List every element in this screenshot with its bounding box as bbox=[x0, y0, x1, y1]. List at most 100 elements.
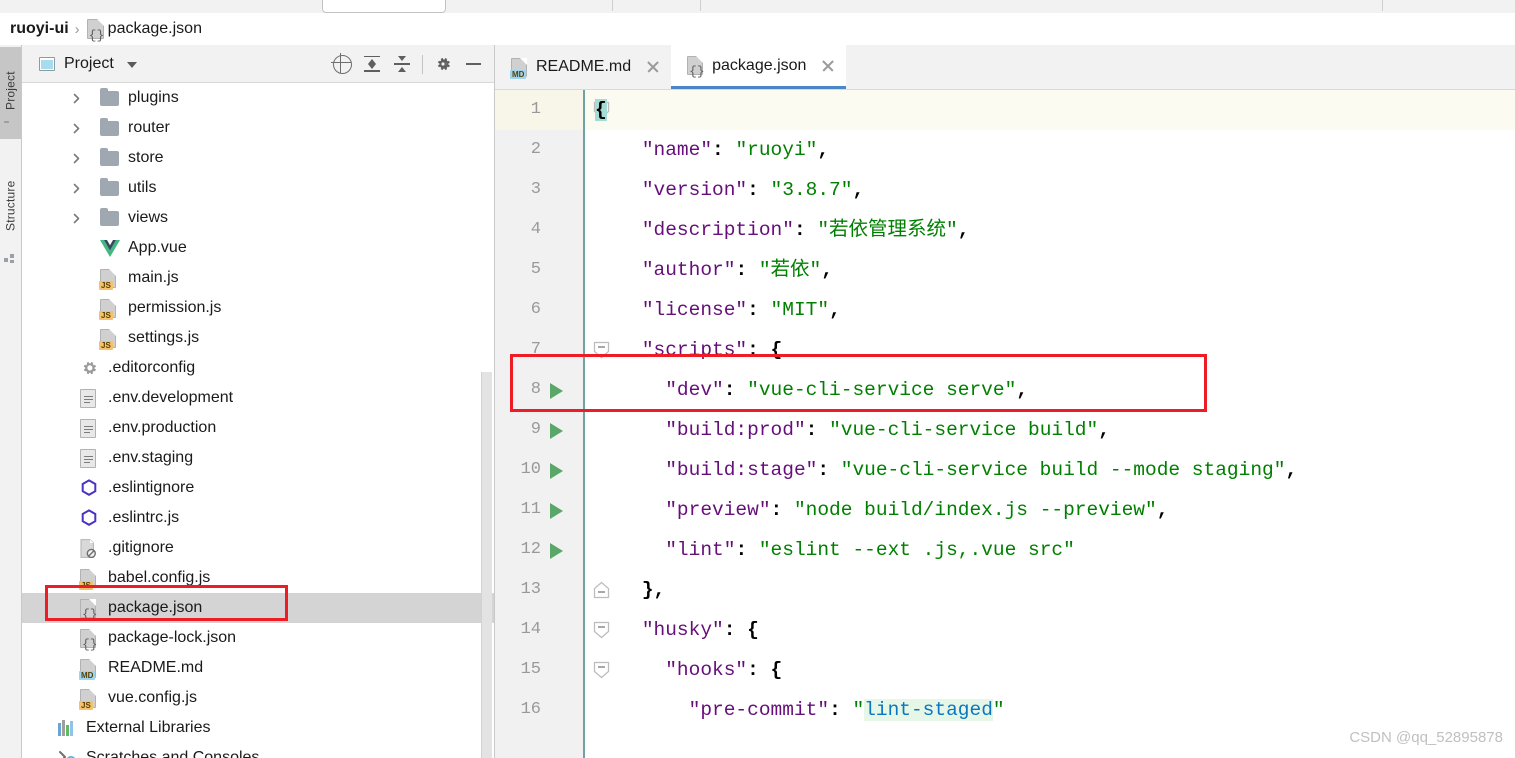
watermark: CSDN @qq_52895878 bbox=[1349, 729, 1503, 746]
code-line[interactable]: 13 }, bbox=[495, 570, 1515, 610]
code-token: "若依管理系统" bbox=[817, 219, 958, 241]
project-panel-title-group[interactable]: Project bbox=[39, 55, 137, 73]
code-line-text: "lint": "eslint --ext .js,.vue src" bbox=[595, 530, 1075, 570]
md-badge: MD bbox=[79, 670, 96, 680]
select-opened-file-icon[interactable] bbox=[327, 49, 357, 79]
eslint-file-icon bbox=[80, 509, 98, 527]
folder-icon bbox=[100, 177, 119, 196]
code-token: "scripts" bbox=[641, 339, 748, 361]
project-file-tree[interactable]: plugins router store utils views App.vue JS mai… bbox=[22, 83, 494, 758]
tree-item-package-json[interactable]: {} package.json bbox=[22, 593, 494, 623]
tree-item-plugins[interactable]: plugins bbox=[22, 83, 494, 113]
code-line[interactable]: 6 "license": "MIT", bbox=[495, 290, 1515, 330]
code-line-text: "author": "若依", bbox=[595, 250, 833, 290]
code-line[interactable]: 16 "pre-commit": "lint-staged" bbox=[495, 690, 1515, 730]
tree-item--env-staging[interactable]: .env.staging bbox=[22, 443, 494, 473]
eslint-file-icon bbox=[80, 479, 98, 497]
code-line[interactable]: 14 "husky": { bbox=[495, 610, 1515, 650]
code-token: , bbox=[1098, 419, 1110, 441]
tab-readme-md[interactable]: MD README.md bbox=[495, 45, 671, 89]
run-script-icon[interactable] bbox=[550, 543, 563, 559]
tree-item-utils[interactable]: utils bbox=[22, 173, 494, 203]
hide-panel-icon[interactable] bbox=[458, 49, 488, 79]
code-line[interactable]: 10 "build:stage": "vue-cli-service build… bbox=[495, 450, 1515, 490]
collapse-all-icon[interactable] bbox=[387, 49, 417, 79]
chevron-right-icon[interactable] bbox=[70, 212, 83, 225]
tree-item-router[interactable]: router bbox=[22, 113, 494, 143]
tree-item--editorconfig[interactable]: .editorconfig bbox=[22, 353, 494, 383]
chevron-right-icon[interactable] bbox=[70, 122, 83, 135]
tab-package-json[interactable]: {} package.json bbox=[671, 45, 847, 89]
md-file-icon: MD bbox=[79, 658, 96, 680]
code-line[interactable]: 12 "lint": "eslint --ext .js,.vue src" bbox=[495, 530, 1515, 570]
code-line[interactable]: 2 "name": "ruoyi", bbox=[495, 130, 1515, 170]
tree-item-label: views bbox=[128, 209, 169, 226]
tree-item-main-js[interactable]: JS main.js bbox=[22, 263, 494, 293]
code-token: , bbox=[817, 139, 830, 161]
code-line[interactable]: 7 "scripts": { bbox=[495, 330, 1515, 370]
code-line[interactable]: 15 "hooks": { bbox=[495, 650, 1515, 690]
breadcrumb-file[interactable]: package.json bbox=[108, 20, 202, 38]
code-line[interactable]: 9 "build:prod": "vue-cli-service build", bbox=[495, 410, 1515, 450]
code-token: { bbox=[595, 99, 607, 121]
code-line-text: "build:stage": "vue-cli-service build --… bbox=[595, 450, 1297, 490]
project-window-icon bbox=[39, 56, 55, 71]
chevron-right-icon[interactable] bbox=[70, 182, 83, 195]
code-line[interactable]: 11 "preview": "node build/index.js --pre… bbox=[495, 490, 1515, 530]
close-icon[interactable] bbox=[646, 60, 660, 74]
settings-gear-icon[interactable] bbox=[428, 49, 458, 79]
run-configuration-selector[interactable] bbox=[322, 0, 446, 13]
tree-item--env-production[interactable]: .env.production bbox=[22, 413, 494, 443]
tree-item-label: .eslintrc.js bbox=[108, 509, 180, 526]
tree-item-vue-config-js[interactable]: JS vue.config.js bbox=[22, 683, 494, 713]
tree-item-scratches-and-consoles[interactable]: Scratches and Consoles bbox=[22, 743, 494, 758]
code-line[interactable]: 8 "dev": "vue-cli-service serve", bbox=[495, 370, 1515, 410]
code-token: "vue-cli-service build --mode staging" bbox=[840, 459, 1286, 481]
code-token: : bbox=[793, 219, 818, 241]
toolbar-separator bbox=[1382, 0, 1383, 11]
run-script-icon[interactable] bbox=[550, 423, 563, 439]
run-script-icon[interactable] bbox=[550, 463, 563, 479]
code-editor[interactable]: 1{2 "name": "ruoyi", 3 "version": "3.8.7"… bbox=[495, 90, 1515, 758]
tree-item-settings-js[interactable]: JS settings.js bbox=[22, 323, 494, 353]
tree-item-babel-config-js[interactable]: JS babel.config.js bbox=[22, 563, 494, 593]
js-file-icon: JS bbox=[79, 688, 96, 710]
code-lines[interactable]: 1{2 "name": "ruoyi", 3 "version": "3.8.7"… bbox=[495, 90, 1515, 730]
tree-item-label: App.vue bbox=[128, 239, 187, 256]
close-icon[interactable] bbox=[821, 59, 835, 73]
json-braces-glyph: {} bbox=[88, 28, 105, 43]
expand-all-icon[interactable] bbox=[357, 49, 387, 79]
sidebar-item-project[interactable]: Project bbox=[0, 47, 21, 139]
tree-item--eslintignore[interactable]: .eslintignore bbox=[22, 473, 494, 503]
tree-item-permission-js[interactable]: JS permission.js bbox=[22, 293, 494, 323]
tree-item-views[interactable]: views bbox=[22, 203, 494, 233]
code-line-text: "description": "若依管理系统", bbox=[595, 210, 970, 250]
line-number: 5 bbox=[530, 260, 541, 279]
breadcrumb-project[interactable]: ruoyi-ui bbox=[10, 20, 69, 38]
sidebar-item-structure[interactable]: Structure bbox=[0, 155, 21, 257]
tree-item--eslintrc-js[interactable]: .eslintrc.js bbox=[22, 503, 494, 533]
line-number: 12 bbox=[520, 540, 541, 559]
tree-item--env-development[interactable]: .env.development bbox=[22, 383, 494, 413]
json-file-icon: {} bbox=[80, 628, 98, 651]
chevron-down-icon[interactable] bbox=[126, 62, 137, 68]
tree-item-app-vue[interactable]: App.vue bbox=[22, 233, 494, 263]
code-line[interactable]: 5 "author": "若依", bbox=[495, 250, 1515, 290]
run-script-icon[interactable] bbox=[550, 383, 563, 399]
tree-item-package-lock-json[interactable]: {} package-lock.json bbox=[22, 623, 494, 653]
project-panel-scrollbar[interactable] bbox=[481, 372, 492, 758]
tree-item--gitignore[interactable]: .gitignore bbox=[22, 533, 494, 563]
code-line[interactable]: 1{ bbox=[495, 90, 1515, 130]
run-script-icon[interactable] bbox=[550, 503, 563, 519]
code-line[interactable]: 3 "version": "3.8.7", bbox=[495, 170, 1515, 210]
tree-item-external-libraries[interactable]: External Libraries bbox=[22, 713, 494, 743]
chevron-right-icon[interactable] bbox=[70, 92, 83, 105]
chevron-right-icon[interactable] bbox=[70, 152, 83, 165]
tree-item-readme-md[interactable]: MD README.md bbox=[22, 653, 494, 683]
tree-item-store[interactable]: store bbox=[22, 143, 494, 173]
code-line[interactable]: 4 "description": "若依管理系统", bbox=[495, 210, 1515, 250]
